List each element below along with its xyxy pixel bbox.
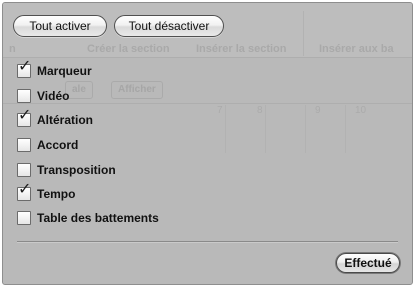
ghost-view-button: Afficher — [111, 81, 163, 99]
option-label: Altération — [37, 113, 94, 127]
option-label: Marqueur — [37, 64, 92, 78]
divider — [17, 241, 398, 243]
option-label: Transposition — [37, 163, 116, 177]
option-label: Vidéo — [37, 89, 70, 103]
option-tempo[interactable]: ✓ Tempo — [17, 181, 76, 203]
ghost-label-create-section: Créer la section — [87, 43, 170, 55]
option-label: Accord — [37, 138, 79, 152]
checkmark-icon: ✓ — [18, 179, 32, 198]
option-video[interactable]: Vidéo — [17, 87, 69, 105]
ghost-ruler-number: 10 — [355, 105, 367, 116]
option-label: Table des battements — [37, 211, 159, 225]
done-button[interactable]: Effectué — [336, 253, 400, 273]
checkbox[interactable] — [17, 89, 31, 103]
checkmark-icon: ✓ — [18, 56, 32, 75]
ghost-ruler-number: 7 — [217, 105, 223, 116]
checkbox[interactable] — [17, 163, 31, 177]
option-label: Tempo — [37, 187, 76, 201]
ghost-ruler-number: 8 — [257, 105, 263, 116]
option-alteration[interactable]: ✓ Altération — [17, 107, 94, 129]
option-transposition[interactable]: Transposition — [17, 161, 116, 179]
checkmark-icon: ✓ — [18, 105, 32, 124]
select-all-button[interactable]: Tout activer — [13, 15, 107, 37]
option-beat-mapping[interactable]: Table des battements — [17, 209, 159, 227]
deselect-all-button[interactable]: Tout désactiver — [114, 15, 224, 37]
ghost-label-insert-section: Insérer la section — [196, 43, 287, 55]
ghost-label-insert-bars: Insérer aux ba — [319, 43, 394, 55]
checkbox[interactable] — [17, 138, 31, 152]
ghost-label-left: n — [9, 43, 16, 55]
option-chord[interactable]: Accord — [17, 136, 78, 154]
option-marker[interactable]: ✓ Marqueur — [17, 58, 92, 80]
checkbox[interactable]: ✓ — [17, 58, 31, 78]
options-sheet: n Créer la section Insérer la section In… — [2, 2, 413, 285]
checkbox[interactable] — [17, 211, 31, 225]
checkbox[interactable]: ✓ — [17, 181, 31, 201]
checkbox[interactable]: ✓ — [17, 107, 31, 127]
ghost-ruler-number: 9 — [315, 105, 321, 116]
